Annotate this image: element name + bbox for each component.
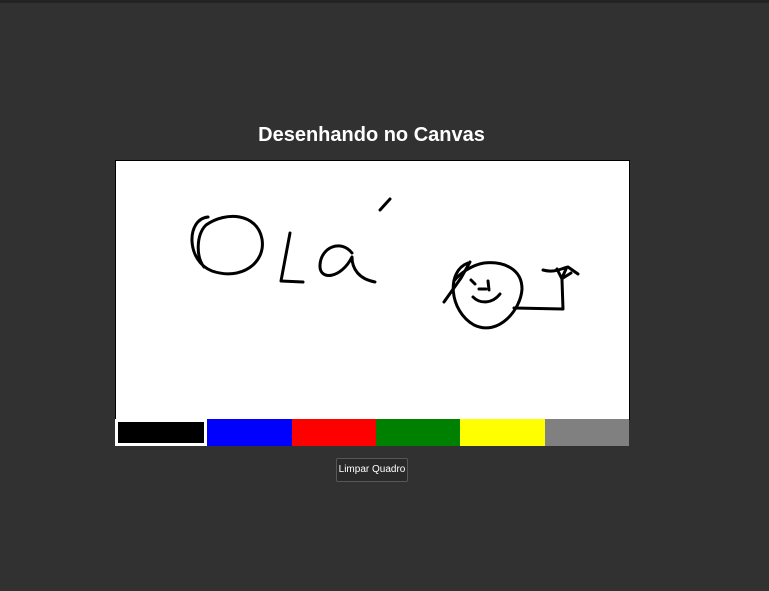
color-swatch-green[interactable] [376, 419, 460, 446]
color-swatch-gray[interactable] [545, 419, 629, 446]
stroke-letter-l [279, 231, 305, 284]
stroke-letter-a [318, 244, 377, 284]
color-swatch-blue[interactable] [207, 419, 292, 446]
stroke-mouth [471, 292, 502, 304]
stroke-eye-right [486, 279, 491, 292]
drawing-canvas[interactable] [115, 160, 630, 420]
color-swatch-black[interactable] [115, 419, 207, 446]
top-edge-line [0, 0, 769, 3]
canvas-drawing [190, 197, 580, 330]
color-swatch-yellow[interactable] [460, 419, 545, 446]
stroke-hand [541, 265, 580, 281]
stroke-eye-left [469, 278, 477, 286]
clear-canvas-button[interactable]: Limpar Quadro [336, 458, 408, 482]
page-title: Desenhando no Canvas [258, 124, 485, 146]
stroke-accent [378, 197, 392, 212]
stroke-letter-o [190, 214, 264, 276]
color-swatch-red[interactable] [292, 419, 376, 446]
color-palette [115, 419, 629, 446]
stroke-face-edge [442, 260, 472, 304]
